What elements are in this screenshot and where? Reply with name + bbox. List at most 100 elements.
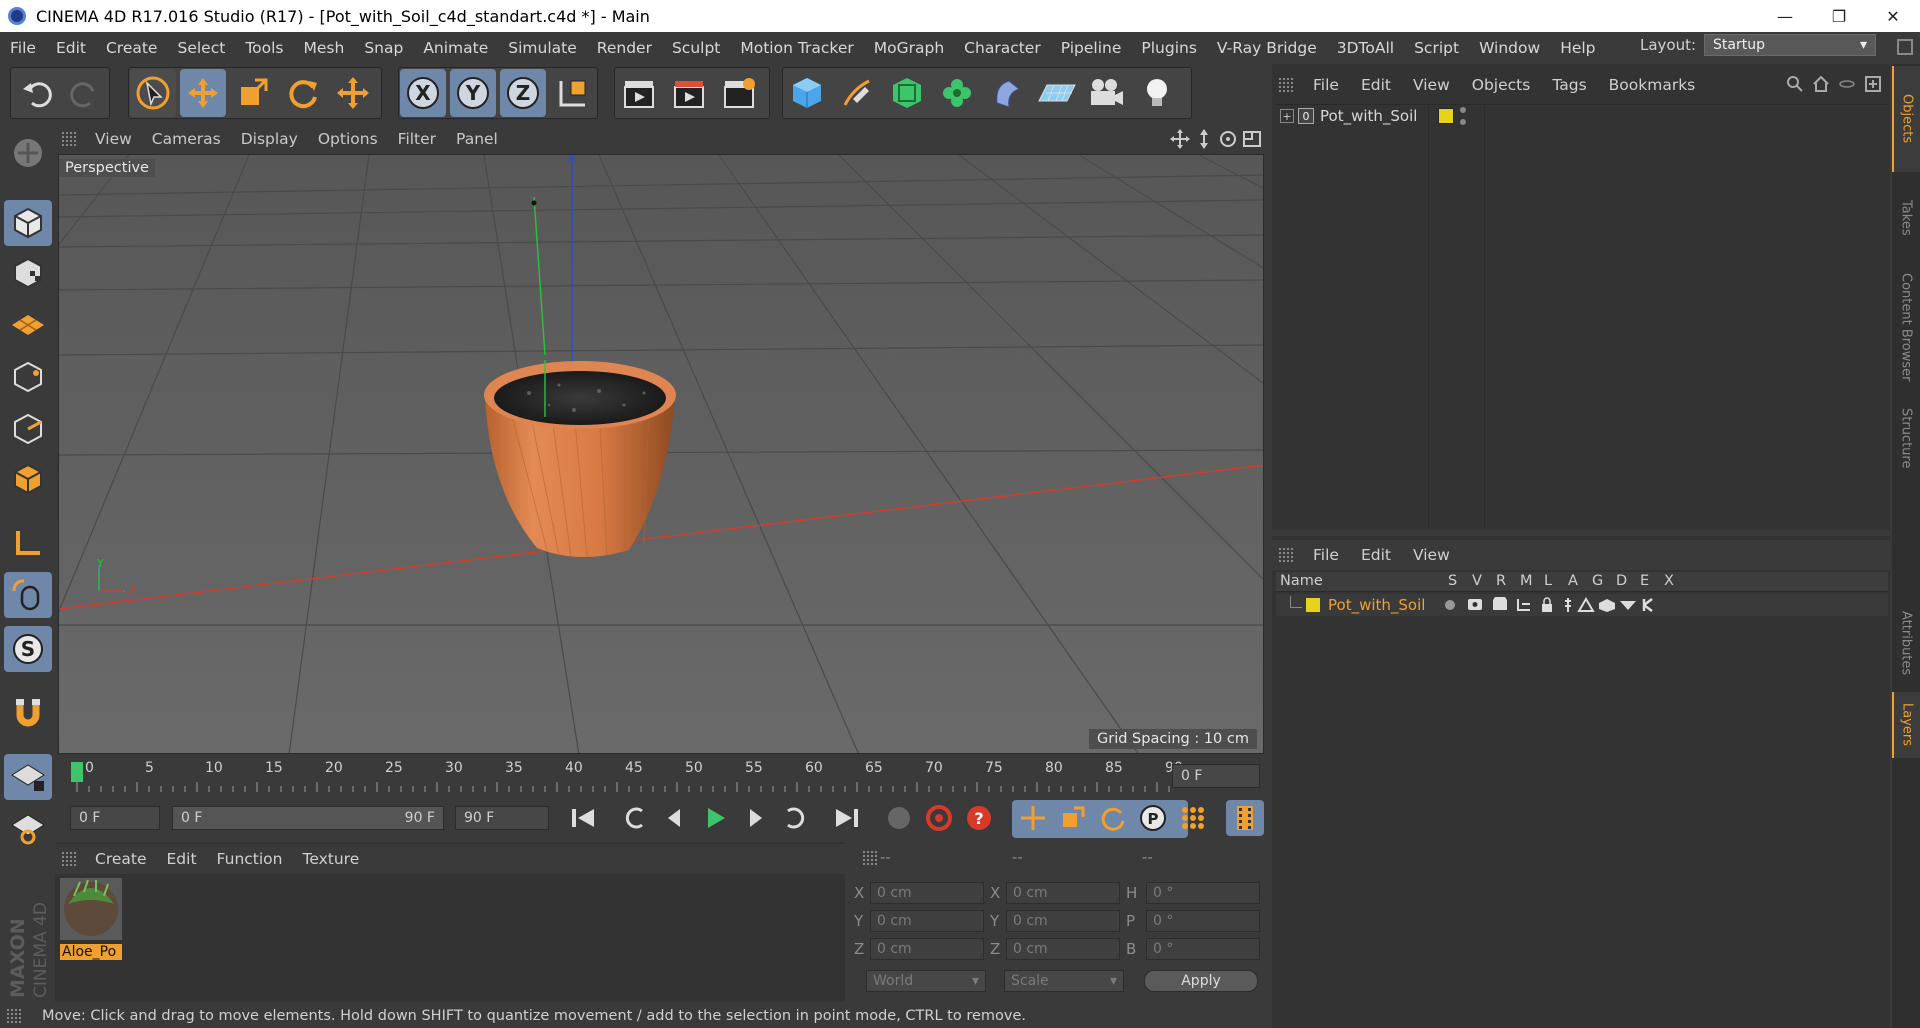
- material-menu-edit[interactable]: Edit: [157, 850, 207, 868]
- viewport-menu-cameras[interactable]: Cameras: [142, 130, 231, 148]
- expand-icon[interactable]: +: [1280, 109, 1294, 123]
- tab-layers[interactable]: Layers: [1892, 692, 1920, 758]
- model-mode-button[interactable]: [4, 200, 52, 246]
- minimize-button[interactable]: —: [1758, 0, 1812, 32]
- z-axis-lock-button[interactable]: Z: [500, 69, 546, 117]
- key-position-button[interactable]: [1014, 800, 1052, 836]
- subdivision-button[interactable]: [884, 69, 930, 117]
- axis-mode-button[interactable]: [4, 520, 52, 566]
- pos-x-field[interactable]: 0 cm: [870, 882, 984, 904]
- tab-attributes[interactable]: Attributes: [1892, 600, 1920, 686]
- snap-button[interactable]: S: [4, 626, 52, 672]
- rot-p-field[interactable]: 0 °: [1146, 910, 1260, 932]
- pan-icon[interactable]: [1170, 129, 1190, 149]
- key-pla-button[interactable]: [1174, 800, 1212, 836]
- menu-sculpt[interactable]: Sculpt: [662, 39, 730, 57]
- y-axis-lock-button[interactable]: Y: [450, 69, 496, 117]
- end-frame-field[interactable]: 90 F: [455, 806, 549, 830]
- menu-character[interactable]: Character: [954, 39, 1051, 57]
- menu-script[interactable]: Script: [1404, 39, 1469, 57]
- material-swatch[interactable]: Aloe_Po: [60, 878, 122, 960]
- layers-menu-view[interactable]: View: [1402, 546, 1461, 564]
- timeline-window-button[interactable]: [1226, 800, 1264, 836]
- infinity-icon[interactable]: [1838, 75, 1856, 93]
- pos-z-field[interactable]: 0 cm: [870, 938, 984, 960]
- make-editable-button[interactable]: [4, 130, 52, 176]
- next-key-button[interactable]: [776, 800, 814, 836]
- planar-workplane-button[interactable]: [4, 806, 52, 852]
- pen-spline-button[interactable]: [834, 69, 880, 117]
- size-mode-dropdown[interactable]: Scale ▾: [1004, 970, 1124, 992]
- objects-menu-tags[interactable]: Tags: [1541, 76, 1597, 94]
- material-menu-texture[interactable]: Texture: [292, 850, 369, 868]
- panel-grip-icon[interactable]: [61, 851, 77, 867]
- layer-col-v[interactable]: V: [1472, 573, 1482, 589]
- pos-y-field[interactable]: 0 cm: [870, 910, 984, 932]
- object-row-pot-with-soil[interactable]: + 0 Pot_with_Soil: [1276, 105, 1888, 127]
- key-scale-button[interactable]: [1054, 800, 1092, 836]
- home-icon[interactable]: [1812, 75, 1830, 93]
- go-to-start-button[interactable]: [564, 800, 602, 836]
- timeline[interactable]: 051015202530354045505560657075808590 0 F: [55, 756, 1265, 796]
- tab-structure[interactable]: Structure: [1892, 398, 1920, 478]
- deformer-button[interactable]: [984, 69, 1030, 117]
- viewport-menu-panel[interactable]: Panel: [446, 130, 508, 148]
- layer-toggles[interactable]: [1440, 596, 1680, 614]
- layer-col-l[interactable]: L: [1544, 573, 1552, 589]
- viewport-menu-filter[interactable]: Filter: [388, 130, 446, 148]
- menu-mograph[interactable]: MoGraph: [864, 39, 954, 57]
- viewport-menu-display[interactable]: Display: [231, 130, 308, 148]
- tab-objects[interactable]: Objects: [1892, 66, 1920, 172]
- go-to-end-button[interactable]: [828, 800, 866, 836]
- menu-snap[interactable]: Snap: [354, 39, 413, 57]
- menu-edit[interactable]: Edit: [46, 39, 96, 57]
- menu-window[interactable]: Window: [1469, 39, 1550, 57]
- previous-frame-button[interactable]: [656, 800, 694, 836]
- undo-button[interactable]: [14, 69, 60, 117]
- texture-mode-button[interactable]: [4, 250, 52, 296]
- menu-plugins[interactable]: Plugins: [1131, 39, 1207, 57]
- layers-menu-file[interactable]: File: [1302, 546, 1350, 564]
- layer-col-m[interactable]: M: [1520, 573, 1533, 589]
- recent-tool-button[interactable]: [330, 69, 376, 117]
- material-menu-function[interactable]: Function: [207, 850, 293, 868]
- objects-menu-view[interactable]: View: [1402, 76, 1461, 94]
- rot-b-field[interactable]: 0 °: [1146, 938, 1260, 960]
- edges-mode-button[interactable]: [4, 406, 52, 452]
- points-mode-button[interactable]: [4, 354, 52, 400]
- previous-key-button[interactable]: [616, 800, 654, 836]
- current-frame-field[interactable]: 0 F: [1172, 764, 1260, 788]
- menu-file[interactable]: File: [0, 39, 46, 57]
- panel-grip-icon[interactable]: [862, 850, 878, 866]
- menu-tools[interactable]: Tools: [235, 39, 293, 57]
- new-view-icon[interactable]: [1864, 75, 1882, 93]
- render-picture-viewer-button[interactable]: [666, 69, 712, 117]
- menu-3dtoall[interactable]: 3DToAll: [1327, 39, 1404, 57]
- render-settings-button[interactable]: [716, 69, 762, 117]
- rot-h-field[interactable]: 0 °: [1146, 882, 1260, 904]
- size-x-field[interactable]: 0 cm: [1006, 882, 1120, 904]
- menu-select[interactable]: Select: [167, 39, 235, 57]
- lock-workplane-button[interactable]: [4, 754, 52, 800]
- x-axis-lock-button[interactable]: X: [400, 69, 446, 117]
- layout-dropdown[interactable]: Startup ▾: [1704, 34, 1877, 56]
- frame-range-slider[interactable]: 0 F 90 F: [172, 806, 444, 830]
- camera-button[interactable]: [1084, 69, 1130, 117]
- perspective-viewport[interactable]: Y X Perspective Grid Spacing : 10 cm: [58, 154, 1264, 754]
- objects-menu-file[interactable]: File: [1302, 76, 1350, 94]
- rotate-tool-button[interactable]: [280, 69, 326, 117]
- viewport-menu-options[interactable]: Options: [308, 130, 388, 148]
- panel-grip-icon[interactable]: [1278, 547, 1294, 563]
- redo-button[interactable]: [62, 69, 108, 117]
- size-y-field[interactable]: 0 cm: [1006, 910, 1120, 932]
- objects-menu-edit[interactable]: Edit: [1350, 76, 1402, 94]
- apply-button[interactable]: Apply: [1144, 970, 1258, 992]
- layer-col-e[interactable]: E: [1640, 573, 1649, 589]
- panel-grip-icon[interactable]: [1278, 77, 1294, 93]
- layer-color-swatch[interactable]: [1306, 598, 1320, 612]
- material-menu-create[interactable]: Create: [85, 850, 157, 868]
- autokeying-button[interactable]: [920, 800, 958, 836]
- layer-col-r[interactable]: R: [1496, 573, 1506, 589]
- zoom-icon[interactable]: [1194, 129, 1214, 149]
- objects-menu-bookmarks[interactable]: Bookmarks: [1598, 76, 1707, 94]
